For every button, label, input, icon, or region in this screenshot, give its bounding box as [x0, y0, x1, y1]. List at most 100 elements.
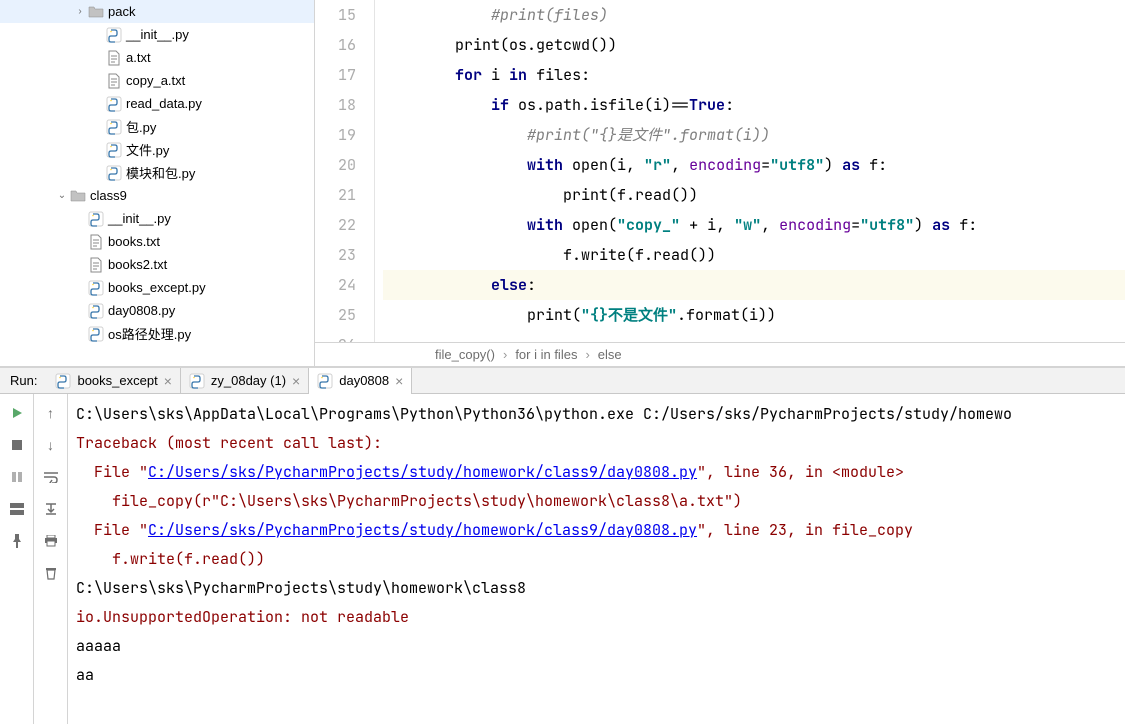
- close-icon[interactable]: ×: [395, 373, 403, 389]
- run-tab-label: books_except: [77, 373, 157, 388]
- scroll-to-end-button[interactable]: [40, 498, 62, 520]
- tree-item-label: day0808.py: [108, 303, 175, 318]
- line-number: 26: [315, 330, 356, 342]
- console-line: f.write(f.read()): [76, 545, 1117, 574]
- run-tab[interactable]: zy_08day (1) ×: [181, 368, 309, 394]
- console-line: File "C:/Users/sks/PycharmProjects/study…: [76, 516, 1117, 545]
- tree-item[interactable]: 模块和包.py: [0, 161, 314, 184]
- console-line: file_copy(r"C:\Users\sks\PycharmProjects…: [76, 487, 1117, 516]
- line-number: 16: [315, 30, 356, 60]
- tree-item[interactable]: a.txt: [0, 46, 314, 69]
- python-icon: [189, 373, 205, 389]
- layout-button[interactable]: [6, 498, 28, 520]
- tree-item-label: 包.py: [126, 117, 156, 136]
- run-tab[interactable]: day0808×: [309, 368, 412, 394]
- console-line: C:\Users\sks\AppData\Local\Programs\Pyth…: [76, 400, 1117, 429]
- code-line[interactable]: with open("copy_" + i, "w", encoding="ut…: [383, 210, 1125, 240]
- console-output[interactable]: C:\Users\sks\AppData\Local\Programs\Pyth…: [68, 394, 1125, 724]
- tree-item-label: pack: [108, 4, 135, 19]
- tree-item[interactable]: books_except.py: [0, 276, 314, 299]
- stacktrace-link[interactable]: C:/Users/sks/PycharmProjects/study/homew…: [148, 520, 697, 540]
- tree-item-label: books2.txt: [108, 257, 167, 272]
- pin-button[interactable]: [6, 530, 28, 552]
- console-line: aa: [76, 661, 1117, 690]
- trash-button[interactable]: [40, 562, 62, 584]
- tree-item-label: 文件.py: [126, 140, 169, 159]
- line-number: 15: [315, 0, 356, 30]
- py-icon: [106, 142, 122, 158]
- txt-icon: [88, 234, 104, 250]
- stop-button[interactable]: [6, 434, 28, 456]
- run-toolbar-primary: [0, 394, 34, 724]
- py-icon: [106, 119, 122, 135]
- code-line[interactable]: print(os.getcwd()): [383, 30, 1125, 60]
- line-number: 17: [315, 60, 356, 90]
- tree-item[interactable]: __init__.py: [0, 207, 314, 230]
- run-tab-label: zy_08day (1): [211, 373, 286, 388]
- close-icon[interactable]: ×: [292, 373, 300, 389]
- tree-item[interactable]: day0808.py: [0, 299, 314, 322]
- tree-item[interactable]: ⌄class9: [0, 184, 314, 207]
- down-arrow-button[interactable]: ↓: [40, 434, 62, 456]
- code-line[interactable]: f.write(f.read()): [383, 240, 1125, 270]
- chevron-right-icon: ›: [585, 347, 589, 362]
- code-area[interactable]: 151617181920212223242526 #print(files) p…: [315, 0, 1125, 342]
- console-line: C:\Users\sks\PycharmProjects\study\homew…: [76, 574, 1117, 603]
- folder-icon: [70, 188, 86, 204]
- chevron-icon[interactable]: ⌄: [54, 190, 70, 201]
- tree-item[interactable]: books.txt: [0, 230, 314, 253]
- code-line[interactable]: [383, 330, 1125, 342]
- chevron-right-icon: ›: [503, 347, 507, 362]
- print-button[interactable]: [40, 530, 62, 552]
- line-number: 24: [315, 270, 356, 300]
- code-line[interactable]: with open(i, "r", encoding="utf8") as f:: [383, 150, 1125, 180]
- line-number: 25: [315, 300, 356, 330]
- line-number: 23: [315, 240, 356, 270]
- breadcrumb-item[interactable]: file_copy(): [435, 347, 495, 362]
- editor-pane: 151617181920212223242526 #print(files) p…: [315, 0, 1125, 366]
- run-tab[interactable]: books_except ×: [47, 368, 180, 394]
- breadcrumb-item[interactable]: else: [598, 347, 622, 362]
- txt-icon: [88, 257, 104, 273]
- close-icon[interactable]: ×: [164, 373, 172, 389]
- rerun-button[interactable]: [6, 402, 28, 424]
- pause-button[interactable]: [6, 466, 28, 488]
- run-toolbar-secondary: ↑ ↓: [34, 394, 68, 724]
- soft-wrap-button[interactable]: [40, 466, 62, 488]
- line-number: 21: [315, 180, 356, 210]
- tree-item-label: books.txt: [108, 234, 160, 249]
- code-line[interactable]: #print(files): [383, 0, 1125, 30]
- tree-item[interactable]: 文件.py: [0, 138, 314, 161]
- line-number: 22: [315, 210, 356, 240]
- run-tabs: Run: books_except×zy_08day (1)×day0808×: [0, 368, 1125, 394]
- code-line[interactable]: if os.path.isfile(i)==True:: [383, 90, 1125, 120]
- console-line: Traceback (most recent call last):: [76, 429, 1117, 458]
- tree-item[interactable]: 包.py: [0, 115, 314, 138]
- txt-icon: [106, 50, 122, 66]
- py-icon: [88, 303, 104, 319]
- breadcrumb-item[interactable]: for i in files: [515, 347, 577, 362]
- tree-item[interactable]: __init__.py: [0, 23, 314, 46]
- console-line: File "C:/Users/sks/PycharmProjects/study…: [76, 458, 1117, 487]
- tree-item[interactable]: books2.txt: [0, 253, 314, 276]
- code-lines[interactable]: #print(files) print(os.getcwd()) for i i…: [375, 0, 1125, 342]
- tree-item[interactable]: read_data.py: [0, 92, 314, 115]
- tree-item-label: os路径处理.py: [108, 324, 191, 343]
- code-line[interactable]: print("{}不是文件".format(i)): [383, 300, 1125, 330]
- tree-item[interactable]: › pack: [0, 0, 314, 23]
- tree-item-label: read_data.py: [126, 96, 202, 111]
- py-icon: [88, 280, 104, 296]
- tree-item[interactable]: os路径处理.py: [0, 322, 314, 345]
- up-arrow-button[interactable]: ↑: [40, 402, 62, 424]
- tree-item-label: 模块和包.py: [126, 163, 195, 182]
- code-line[interactable]: print(f.read()): [383, 180, 1125, 210]
- py-icon: [106, 27, 122, 43]
- code-line[interactable]: #print("{}是文件".format(i)): [383, 120, 1125, 150]
- tree-item[interactable]: copy_a.txt: [0, 69, 314, 92]
- chevron-icon[interactable]: ›: [72, 6, 88, 17]
- code-line[interactable]: else:: [383, 270, 1125, 300]
- code-line[interactable]: for i in files:: [383, 60, 1125, 90]
- stacktrace-link[interactable]: C:/Users/sks/PycharmProjects/study/homew…: [148, 462, 697, 482]
- project-tree[interactable]: ›pack__init__.pya.txtcopy_a.txtread_data…: [0, 0, 315, 366]
- tree-item-label: books_except.py: [108, 280, 206, 295]
